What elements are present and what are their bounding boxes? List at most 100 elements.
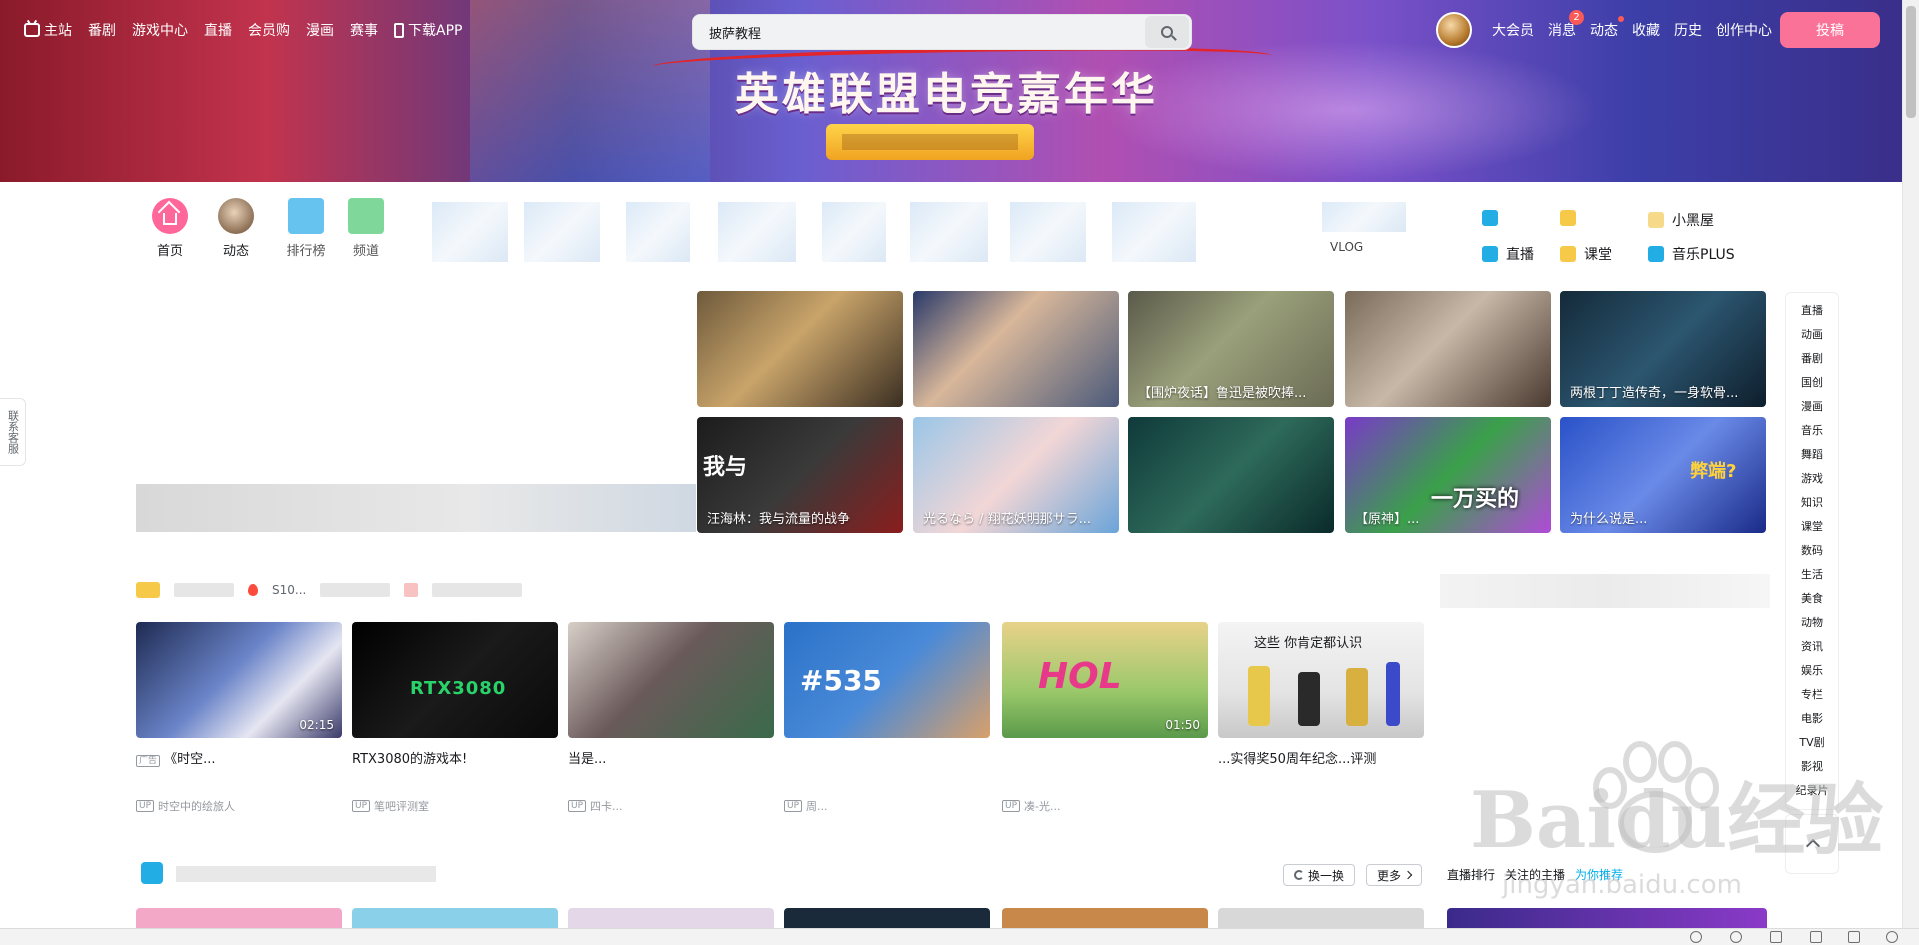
- float-nav-item[interactable]: 娱乐: [1786, 659, 1838, 683]
- nav-favorites[interactable]: 收藏: [1632, 20, 1660, 40]
- channel-blurred[interactable]: [822, 202, 886, 262]
- video-card-preview[interactable]: [1002, 908, 1208, 928]
- user-avatar[interactable]: [1436, 12, 1472, 48]
- refresh-icon[interactable]: [1730, 931, 1742, 943]
- video-title[interactable]: RTX3080的游戏本!: [352, 750, 558, 790]
- float-nav-item[interactable]: 直播: [1786, 299, 1838, 323]
- channel-blurred[interactable]: [1322, 202, 1406, 232]
- video-thumbnail[interactable]: RTX3080: [352, 622, 558, 738]
- video-thumbnail[interactable]: HOL 01:50: [1002, 622, 1208, 738]
- promo-video-card[interactable]: 当是... UP 四卡...: [568, 622, 774, 814]
- window-icon[interactable]: [1848, 931, 1860, 943]
- float-nav-item[interactable]: 美食: [1786, 587, 1838, 611]
- search-input[interactable]: [693, 15, 1145, 49]
- video-title[interactable]: ...实得奖50周年纪念...评测: [1218, 750, 1424, 790]
- video-card[interactable]: 我与 汪海林：我与流量的战争: [697, 417, 903, 533]
- float-nav-item[interactable]: 动物: [1786, 611, 1838, 635]
- video-card[interactable]: [1128, 417, 1334, 533]
- video-card[interactable]: 两根丁丁造传奇，一身软骨...: [1560, 291, 1766, 407]
- video-card[interactable]: 一万买的 【原神】...: [1345, 417, 1551, 533]
- channel-blurred[interactable]: [432, 202, 508, 262]
- nav-item-manga[interactable]: 漫画: [306, 20, 334, 40]
- hot-tag[interactable]: S10...: [272, 583, 306, 597]
- video-title[interactable]: [784, 750, 990, 790]
- contact-service-tab[interactable]: 联系客服: [0, 398, 26, 466]
- video-card-preview[interactable]: [352, 908, 558, 928]
- float-nav-item[interactable]: 生活: [1786, 563, 1838, 587]
- volume-icon[interactable]: [1810, 931, 1822, 943]
- rocket-icon[interactable]: [1690, 931, 1702, 943]
- promo-video-card[interactable]: #535 UP 周...: [784, 622, 990, 814]
- video-card-preview[interactable]: [784, 908, 990, 928]
- video-owner[interactable]: UP 时空中的绘旅人: [136, 798, 342, 814]
- nav-item-live[interactable]: 直播: [204, 20, 232, 40]
- float-nav-item[interactable]: 数码: [1786, 539, 1838, 563]
- channel-vlog[interactable]: VLOG: [1330, 240, 1363, 254]
- channel-channels[interactable]: 频道: [336, 198, 396, 259]
- float-nav-item[interactable]: 专栏: [1786, 683, 1838, 707]
- nav-vip[interactable]: 大会员: [1492, 20, 1534, 40]
- float-nav-item[interactable]: 课堂: [1786, 515, 1838, 539]
- trash-icon[interactable]: [1770, 931, 1782, 943]
- video-thumbnail[interactable]: 02:15: [136, 622, 342, 738]
- channel-music-plus[interactable]: 音乐PLUS: [1648, 244, 1735, 264]
- float-nav-item[interactable]: 知识: [1786, 491, 1838, 515]
- promo-video-card[interactable]: RTX3080 RTX3080的游戏本! UP 笔吧评测室: [352, 622, 558, 814]
- nav-item-esports[interactable]: 赛事: [350, 20, 378, 40]
- video-card-preview[interactable]: [136, 908, 342, 928]
- video-card[interactable]: [913, 291, 1119, 407]
- upload-button[interactable]: 投稿: [1780, 12, 1880, 48]
- nav-item-shop[interactable]: 会员购: [248, 20, 290, 40]
- float-nav-item[interactable]: 动画: [1786, 323, 1838, 347]
- channel-blurred[interactable]: [1560, 210, 1576, 226]
- channel-live[interactable]: 直播: [1482, 244, 1534, 264]
- channel-classroom[interactable]: 课堂: [1560, 244, 1612, 264]
- channel-blurred[interactable]: [626, 202, 690, 262]
- page-scrollbar[interactable]: [1902, 0, 1919, 928]
- video-title[interactable]: 广告 《时空...: [136, 750, 342, 790]
- float-nav-item[interactable]: 音乐: [1786, 419, 1838, 443]
- promo-video-card[interactable]: 02:15 广告 《时空... UP 时空中的绘旅人: [136, 622, 342, 814]
- video-thumbnail[interactable]: 这些 你肯定都认识: [1218, 622, 1424, 738]
- promo-video-card[interactable]: HOL 01:50 UP 凑-光...: [1002, 622, 1208, 814]
- video-thumbnail[interactable]: #535: [784, 622, 990, 738]
- channel-blurred[interactable]: [718, 202, 796, 262]
- zoom-icon[interactable]: [1886, 931, 1898, 943]
- float-nav-item[interactable]: 游戏: [1786, 467, 1838, 491]
- nav-item-main[interactable]: 主站: [24, 20, 72, 40]
- promo-video-card[interactable]: 这些 你肯定都认识 ...实得奖50周年纪念...评测: [1218, 622, 1424, 798]
- more-button[interactable]: 更多: [1366, 864, 1422, 886]
- channel-blurred[interactable]: [1482, 210, 1498, 226]
- video-card[interactable]: 光るなら / 翔花妖明那サラ...: [913, 417, 1119, 533]
- banner-cta-button[interactable]: [826, 124, 1034, 160]
- video-card[interactable]: [697, 291, 903, 407]
- float-nav-item[interactable]: 资讯: [1786, 635, 1838, 659]
- channel-dynamics[interactable]: 动态: [206, 198, 266, 259]
- channel-blurred[interactable]: [1112, 202, 1196, 262]
- nav-creator-center[interactable]: 创作中心: [1716, 20, 1772, 40]
- channel-blurred[interactable]: [524, 202, 600, 262]
- channel-home[interactable]: 首页: [140, 198, 200, 259]
- video-card[interactable]: 弊端? 为什么说是...: [1560, 417, 1766, 533]
- nav-item-anime[interactable]: 番剧: [88, 20, 116, 40]
- channel-blurred[interactable]: [1010, 202, 1086, 262]
- nav-item-download-app[interactable]: 下载APP: [394, 20, 462, 40]
- nav-dynamics[interactable]: 动态: [1590, 16, 1624, 40]
- refresh-button[interactable]: 换一换: [1283, 864, 1355, 886]
- search-button[interactable]: [1145, 16, 1189, 48]
- video-title[interactable]: [1002, 750, 1208, 790]
- float-nav-item[interactable]: 电影: [1786, 707, 1838, 731]
- video-card-preview[interactable]: [568, 908, 774, 928]
- channel-blurred[interactable]: [910, 202, 988, 262]
- video-owner[interactable]: UP 笔吧评测室: [352, 798, 558, 814]
- scrollbar-thumb[interactable]: [1906, 6, 1916, 118]
- nav-item-game-center[interactable]: 游戏中心: [132, 20, 188, 40]
- nav-messages[interactable]: 2 消息: [1548, 10, 1584, 40]
- video-thumbnail[interactable]: [568, 622, 774, 738]
- nav-history[interactable]: 历史: [1674, 20, 1702, 40]
- channel-ranking[interactable]: 排行榜: [276, 198, 336, 259]
- video-owner[interactable]: UP 凑-光...: [1002, 798, 1208, 814]
- video-owner[interactable]: UP 周...: [784, 798, 990, 814]
- float-nav-item[interactable]: 漫画: [1786, 395, 1838, 419]
- float-nav-item[interactable]: 番剧: [1786, 347, 1838, 371]
